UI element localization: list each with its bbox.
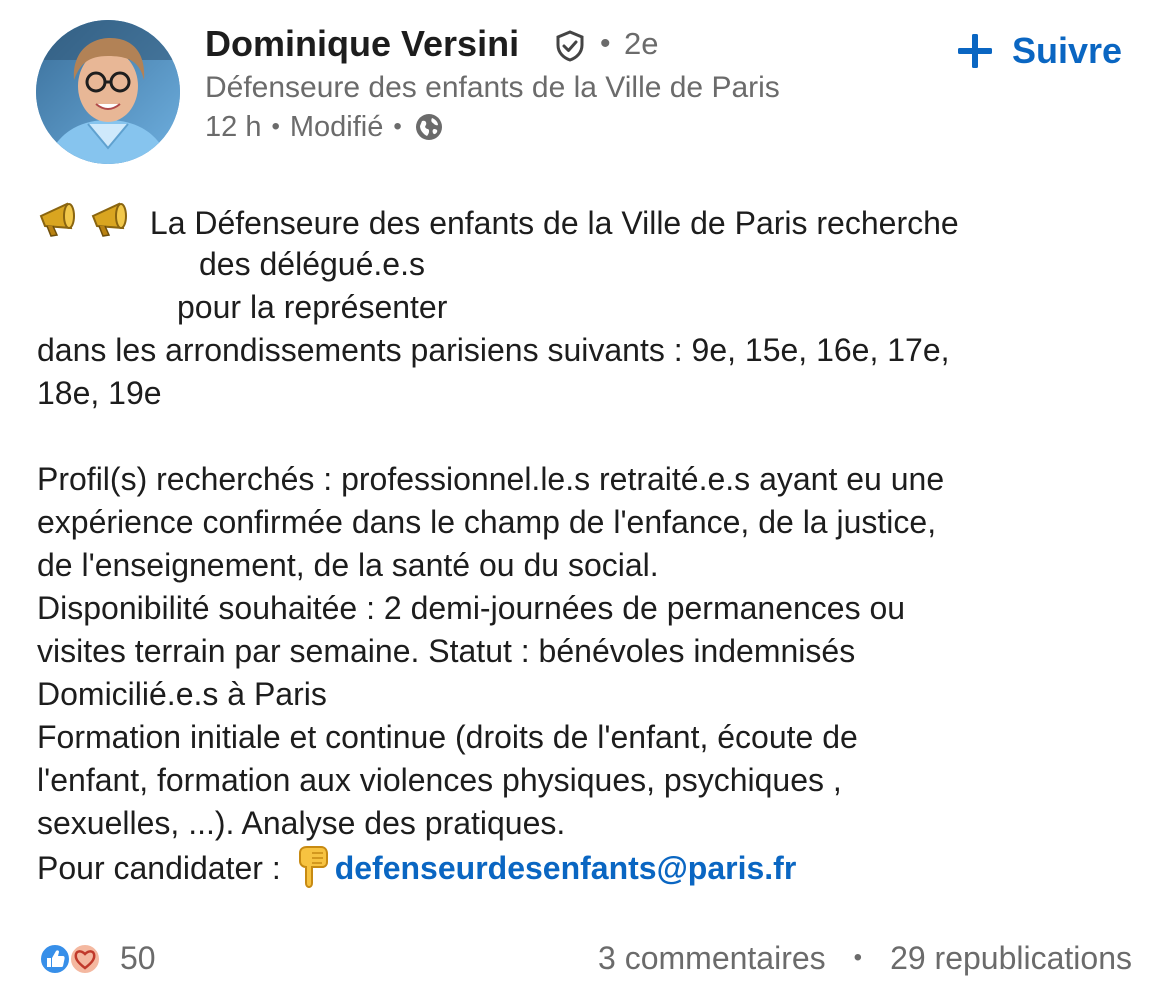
like-icon — [39, 943, 71, 975]
avatar[interactable] — [36, 20, 180, 164]
post-text-line: expérience confirmée dans le champ de l'… — [37, 504, 937, 540]
post-line: La Défenseure des enfants de la Ville de… — [37, 200, 1137, 243]
reposts-count[interactable]: 29 republications — [890, 940, 1132, 977]
follow-label: Suivre — [1011, 30, 1122, 71]
post-line: Pour candidater : defenseurdesenfants@pa… — [37, 845, 1137, 889]
reaction-icons — [38, 938, 106, 978]
separator-dot: • — [271, 113, 280, 140]
post-text-line: La Défenseure des enfants de la Ville de… — [149, 205, 959, 241]
megaphone-icon — [39, 202, 75, 237]
post-time: 12 h — [205, 111, 262, 143]
email-link[interactable]: defenseurdesenfants@paris.fr — [335, 850, 797, 886]
post-text-line: dans les arrondissements parisiens suiva… — [37, 332, 950, 368]
separator-dot: • — [853, 944, 863, 971]
megaphone-icon — [91, 202, 127, 237]
post-text-line: visites terrain par semaine. Statut : bé… — [37, 633, 856, 669]
shield-check-icon — [556, 30, 584, 62]
post-text-line: l'enfant, formation aux violences physiq… — [37, 762, 842, 798]
post-text-line: Disponibilité souhaitée : 2 demi-journée… — [37, 590, 906, 626]
connection-degree: 2e — [624, 26, 659, 61]
plus-icon — [957, 34, 992, 68]
author-name[interactable]: Dominique Versini — [205, 22, 519, 66]
comments-count[interactable]: 3 commentaires — [598, 940, 826, 977]
post-text: La Défenseure des enfants de la Ville de… — [37, 200, 1137, 889]
post-text-line: pour la représenter — [177, 289, 448, 325]
globe-icon — [415, 114, 442, 140]
social-counts: 3 commentaires • 29 republications — [598, 934, 1132, 982]
separator-dot: • — [393, 113, 402, 140]
reaction-count: 50 — [120, 939, 156, 976]
post-text-line: Formation initiale et continue (droits d… — [37, 719, 858, 755]
reactions-summary[interactable]: 50 — [38, 934, 156, 982]
edited-label: Modifié — [289, 111, 384, 143]
post-text-line: de l'enseignement, de la santé ou du soc… — [37, 547, 659, 583]
pointing-down-hand-icon — [298, 846, 328, 889]
post-text-line: des délégué.e.s — [199, 246, 425, 282]
separator-dot: • — [600, 27, 611, 60]
post-text-line: Profil(s) recherchés : professionnel.le.… — [37, 461, 945, 497]
profile-photo — [36, 20, 180, 164]
post-text-line: Pour candidater : — [37, 850, 281, 886]
post-text-line: sexuelles, ...). Analyse des pratiques. — [37, 805, 566, 841]
post-meta: 12 h • Modifié • — [205, 107, 444, 147]
post-text-line: Domicilié.e.s à Paris — [37, 676, 327, 712]
author-headline: Défenseure des enfants de la Ville de Pa… — [205, 71, 780, 104]
post-text-line: 18e, 19e — [37, 375, 162, 411]
follow-button[interactable]: Suivre — [956, 26, 1122, 76]
heart-icon — [69, 943, 101, 975]
